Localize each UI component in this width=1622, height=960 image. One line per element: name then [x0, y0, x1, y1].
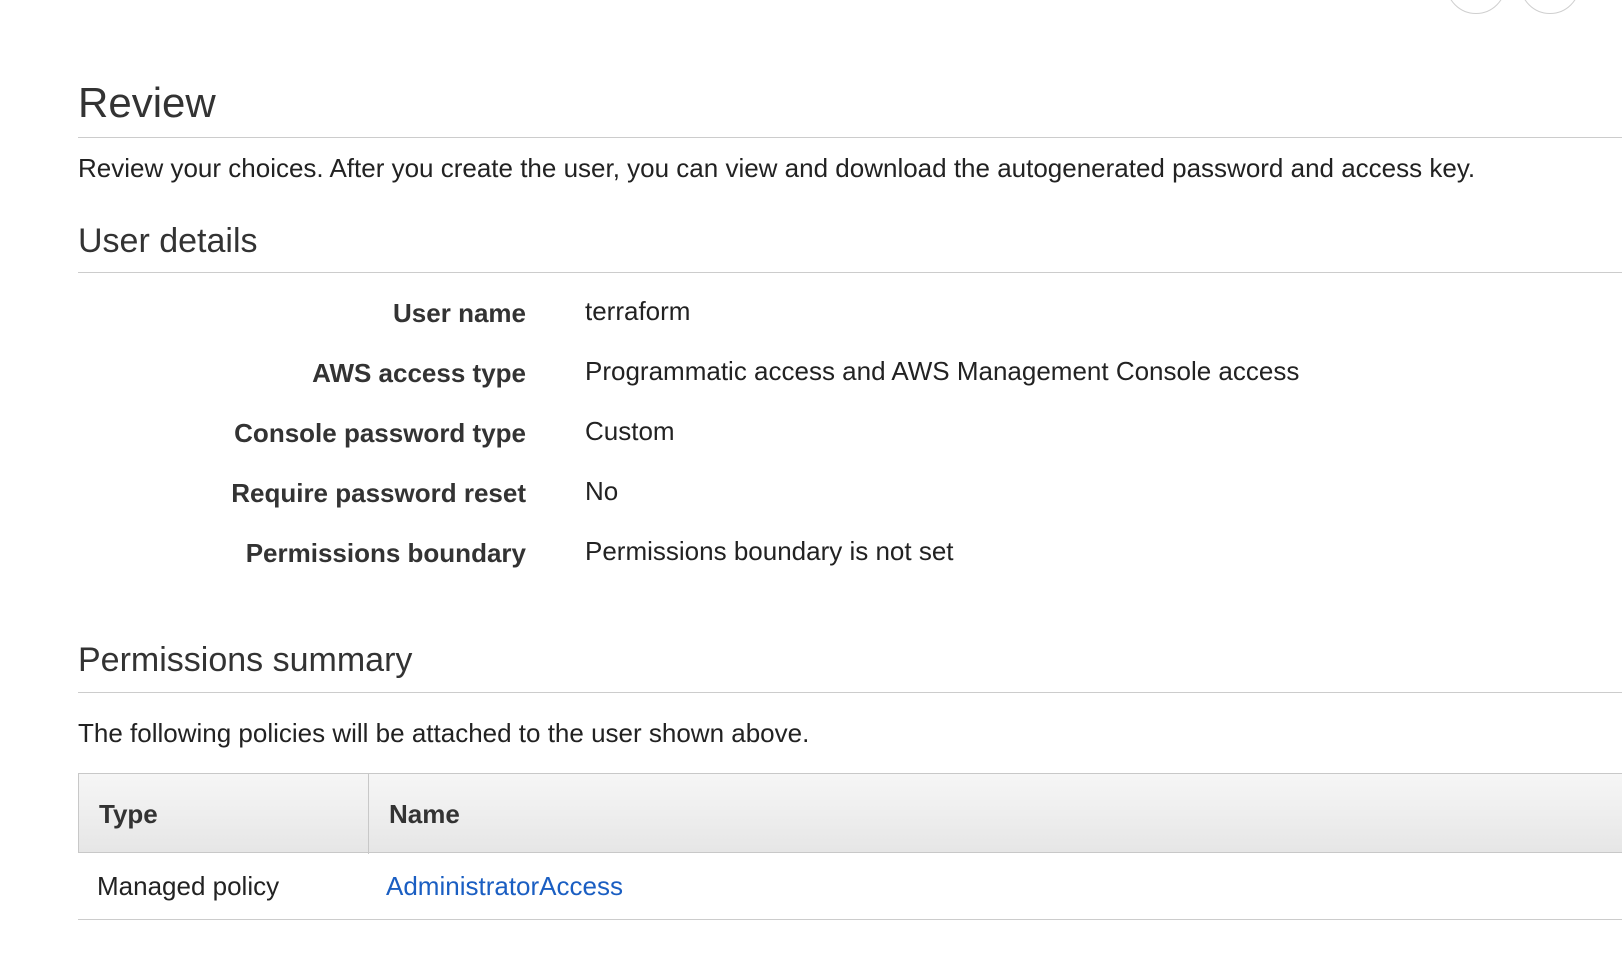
user-details-heading: User details [78, 222, 258, 260]
detail-row-password-reset: Require password reset No [78, 472, 1478, 532]
intro-text: Review your choices. After you create th… [78, 153, 1476, 183]
table-header: Type Name [78, 773, 1622, 854]
page-title: Review [78, 79, 216, 126]
detail-value: terraform [585, 296, 691, 326]
permissions-description: The following policies will be attached … [78, 718, 810, 748]
policies-table: Type Name Managed policy AdministratorAc… [78, 773, 1622, 920]
detail-label: AWS access type [312, 358, 526, 388]
policy-type-cell: Managed policy [97, 871, 280, 901]
detail-label: Require password reset [231, 478, 526, 508]
detail-label: Permissions boundary [245, 538, 526, 568]
detail-value: Permissions boundary is not set [585, 536, 954, 566]
table-row: Managed policy AdministratorAccess [78, 853, 1622, 920]
detail-row-access-type: AWS access type Programmatic access and … [78, 352, 1478, 412]
page: Review Review your choices. After you cr… [0, 0, 1622, 960]
detail-value: No [585, 476, 619, 506]
divider [78, 137, 1622, 138]
detail-value: Programmatic access and AWS Management C… [585, 356, 1300, 386]
detail-row-user-name: User name terraform [78, 292, 1478, 352]
column-header-type[interactable]: Type [79, 774, 369, 854]
column-header-name[interactable]: Name [369, 774, 460, 854]
detail-value: Custom [585, 416, 675, 446]
top-toolbar-button[interactable] [1520, 0, 1580, 14]
divider [78, 272, 1622, 273]
detail-row-password-type: Console password type Custom [78, 412, 1478, 472]
detail-row-permissions-boundary: Permissions boundary Permissions boundar… [78, 532, 1478, 592]
permissions-summary-heading: Permissions summary [78, 641, 413, 679]
detail-label: Console password type [234, 418, 526, 448]
divider [78, 692, 1622, 693]
user-details-list: User name terraform AWS access type Prog… [78, 292, 1478, 592]
detail-label: User name [393, 298, 526, 328]
top-toolbar-button[interactable] [1446, 0, 1506, 14]
policy-name-link[interactable]: AdministratorAccess [386, 853, 623, 919]
